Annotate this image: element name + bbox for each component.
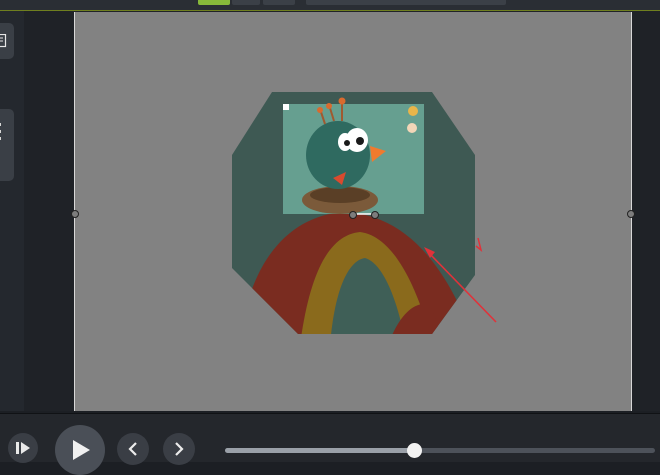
tab-inactive[interactable] <box>232 0 260 5</box>
next-button[interactable] <box>163 433 195 465</box>
panel-toggle-icon <box>0 34 7 48</box>
step-frame-icon <box>16 442 30 454</box>
media-bottom-handle[interactable] <box>349 211 357 219</box>
step-frame-button[interactable] <box>8 433 38 463</box>
previous-icon <box>128 442 137 456</box>
previous-button[interactable] <box>117 433 149 465</box>
play-icon <box>73 440 90 460</box>
scrub-progress <box>225 448 415 453</box>
canvas-left-handle[interactable] <box>71 210 79 218</box>
next-icon <box>175 442 184 456</box>
grip-icon <box>0 123 1 140</box>
top-toolbar <box>0 0 660 11</box>
panel-toggle-button[interactable] <box>0 23 14 59</box>
tab-inactive[interactable] <box>263 0 295 5</box>
top-scrollbar[interactable] <box>306 0 506 5</box>
left-rail <box>0 11 24 411</box>
media-rotate-handle[interactable] <box>371 211 379 219</box>
tab-active-indicator[interactable] <box>198 0 230 5</box>
play-button[interactable] <box>55 425 105 475</box>
canvas-right-handle[interactable] <box>627 210 635 218</box>
side-panel-tab[interactable] <box>0 109 14 181</box>
